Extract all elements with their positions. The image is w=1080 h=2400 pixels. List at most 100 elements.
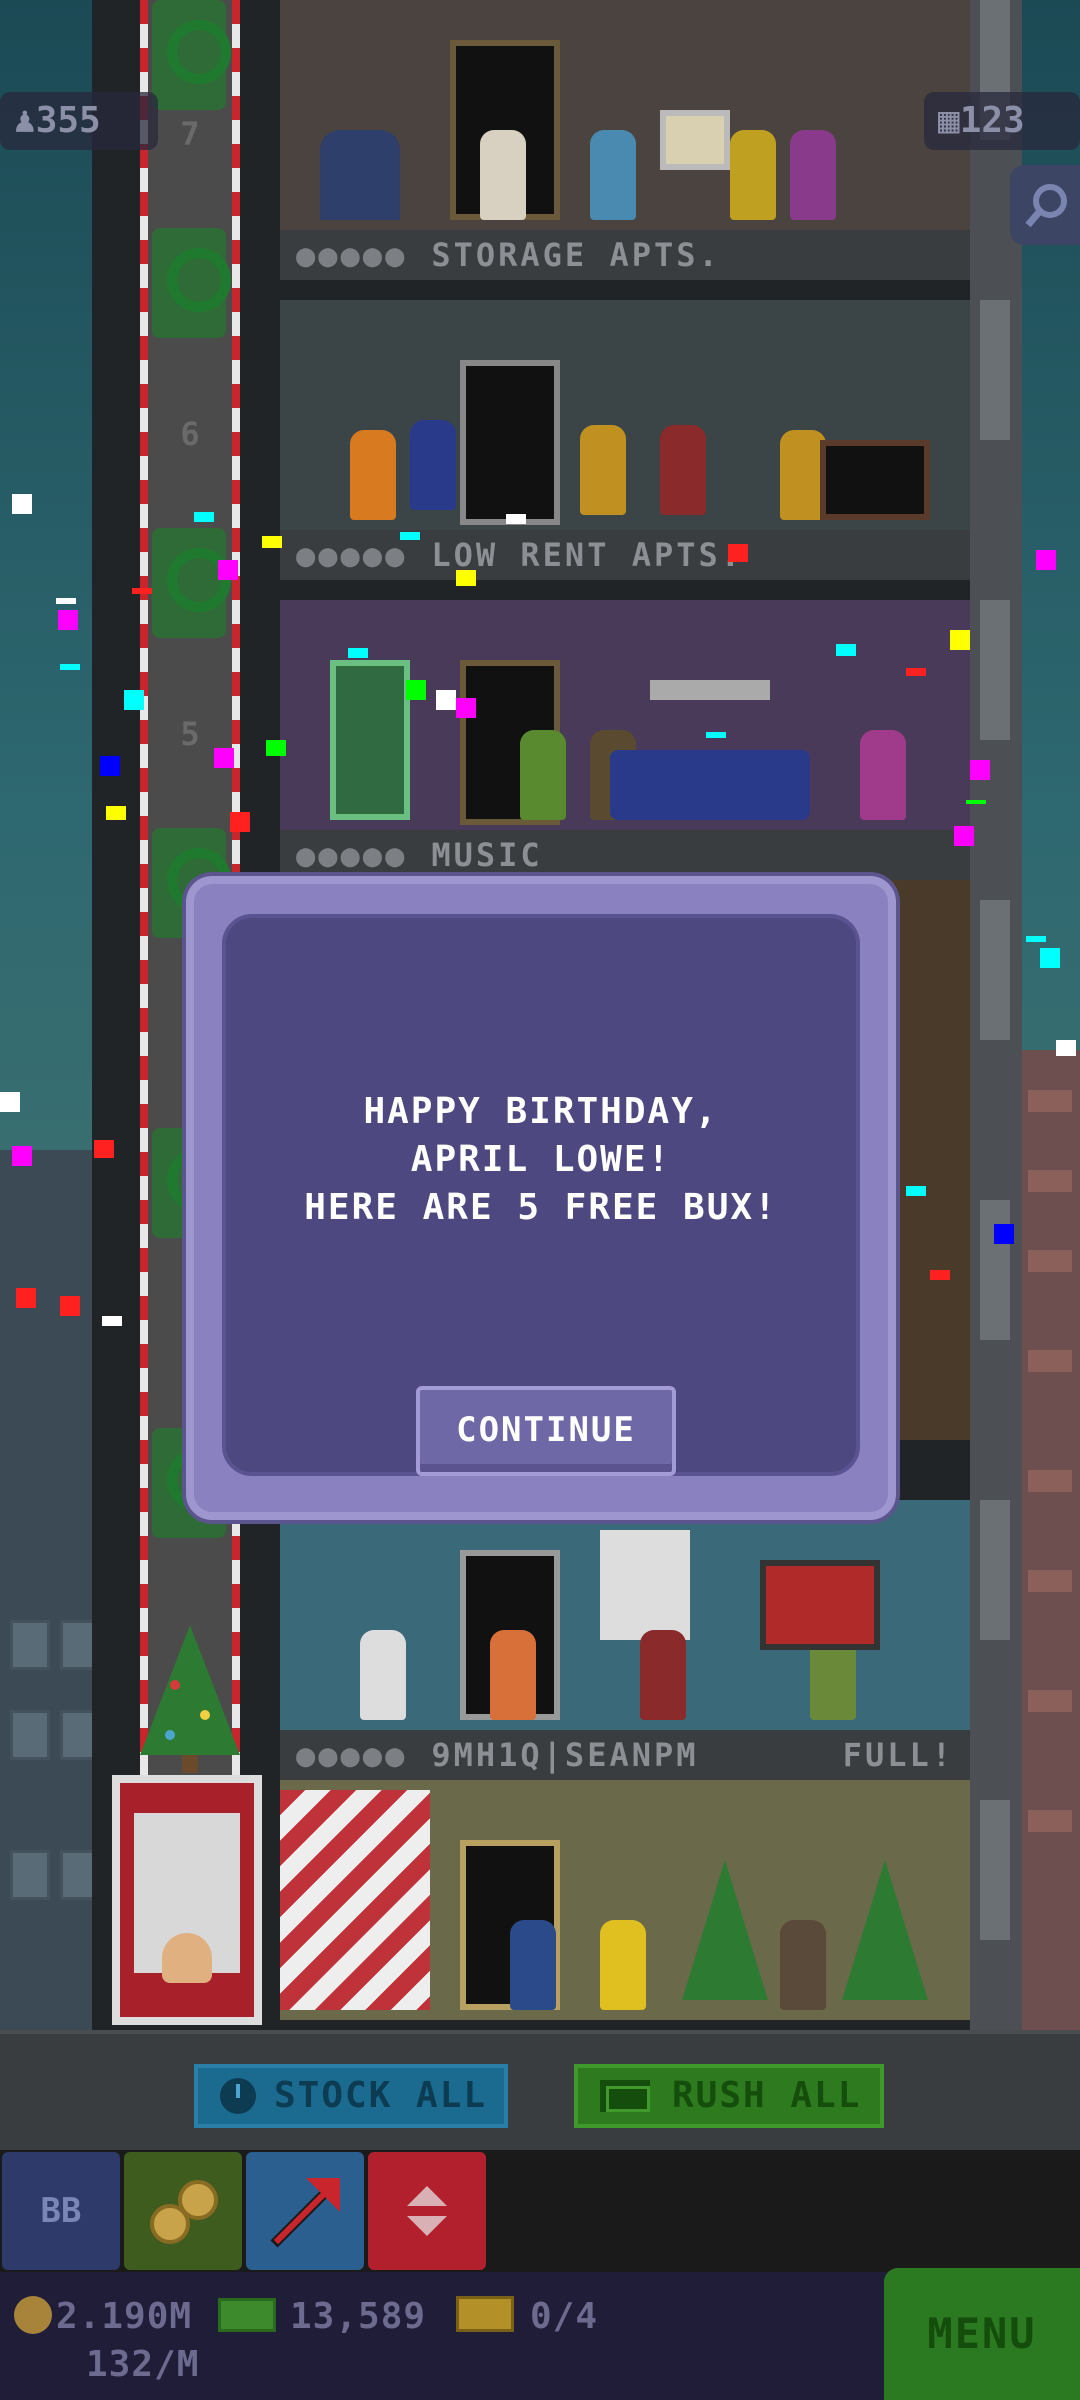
confetti-piece xyxy=(456,698,476,718)
clock-icon xyxy=(220,2078,256,2114)
confetti-piece xyxy=(132,588,152,594)
shaft-stripe-left xyxy=(140,0,148,1780)
floor-name: LOW RENT APTS. xyxy=(431,536,744,574)
confetti-piece xyxy=(1056,1040,1076,1056)
floor-label: ●●●●● 9MH1Q|SEANPM FULL! xyxy=(280,1730,970,1780)
floors-value: 123 xyxy=(959,100,1025,141)
dialog-body: HAPPY BIRTHDAY, APRIL LOWE! HERE ARE 5 F… xyxy=(222,914,860,1476)
confetti-piece xyxy=(400,532,420,540)
confetti-piece xyxy=(906,668,926,676)
confetti-piece xyxy=(60,664,80,670)
bux-icon xyxy=(600,2080,650,2112)
confetti-piece xyxy=(836,644,856,656)
rush-all-label: RUSH ALL xyxy=(672,2075,862,2116)
floor-label: ●●●●● LOW RENT APTS. xyxy=(280,530,970,580)
confetti-piece xyxy=(106,806,126,820)
population-counter: ♟355 xyxy=(0,92,158,150)
confetti-piece xyxy=(266,740,286,756)
message-line: APRIL LOWE! xyxy=(410,1139,672,1180)
floor-lobby[interactable] xyxy=(280,1780,970,2020)
coins-value: 2.190M xyxy=(56,2296,193,2337)
bux-value: 13,589 xyxy=(290,2296,427,2337)
confetti-piece xyxy=(966,800,986,804)
confetti-piece xyxy=(954,826,974,846)
christmas-tree-icon xyxy=(140,1625,240,1773)
elevator-up-icon xyxy=(407,2186,447,2206)
confetti-piece xyxy=(0,1092,20,1112)
confetti-piece xyxy=(230,812,250,832)
coin-icon xyxy=(14,2296,52,2334)
floor-name: MUSIC xyxy=(431,836,543,874)
confetti-piece xyxy=(970,760,990,780)
floors-counter: ▦123 xyxy=(924,92,1080,150)
floor-label: ●●●●● MUSIC xyxy=(280,830,970,880)
confetti-piece xyxy=(994,1224,1014,1244)
confetti-piece xyxy=(218,560,238,580)
search-icon xyxy=(1025,184,1067,228)
floor-low-rent-apts[interactable] xyxy=(280,300,970,530)
tab-elevator[interactable] xyxy=(368,2152,486,2270)
confetti-piece xyxy=(728,544,748,562)
confetti-piece xyxy=(1036,550,1056,570)
population-value: 355 xyxy=(35,100,101,141)
confetti-piece xyxy=(102,1316,122,1326)
occupancy-dots-icon: ●●●●● xyxy=(296,236,408,274)
wreath-icon xyxy=(152,228,231,338)
search-button[interactable] xyxy=(1010,165,1080,245)
background-building-right xyxy=(1020,1050,1080,2030)
floor-label: ●●●●● STORAGE APTS. xyxy=(280,230,970,280)
confetti-piece xyxy=(906,1186,926,1196)
occupancy-dots-icon: ●●●●● xyxy=(296,536,408,574)
lobby-elevator[interactable] xyxy=(112,1775,262,2025)
message-line: HERE ARE 5 FREE BUX! xyxy=(304,1187,778,1228)
tab-coins[interactable] xyxy=(124,2152,242,2270)
stock-all-button[interactable]: STOCK ALL xyxy=(194,2064,508,2128)
wreath-icon xyxy=(152,0,231,110)
rush-all-button[interactable]: RUSH ALL xyxy=(574,2064,884,2128)
floor-electronics[interactable] xyxy=(280,1500,970,1730)
shaft-floor-number: 6 xyxy=(180,415,200,453)
menu-button[interactable]: MENU xyxy=(884,2268,1080,2400)
confetti-piece xyxy=(950,630,970,650)
coin-rate-value: 132/M xyxy=(86,2344,200,2385)
confetti-piece xyxy=(406,680,426,700)
tab-build[interactable] xyxy=(246,2152,364,2270)
continue-button[interactable]: CONTINUE xyxy=(416,1386,676,1476)
tab-bar: BB xyxy=(0,2150,1080,2272)
coin-icon xyxy=(178,2180,218,2220)
person-icon: ♟ xyxy=(14,100,36,141)
tab-bitbook[interactable]: BB xyxy=(2,2152,120,2270)
bux-icon xyxy=(218,2298,276,2332)
floor-full-badge: FULL! xyxy=(842,1736,954,1774)
arrow-up-right-icon xyxy=(270,2178,340,2248)
floor-name: 9MH1Q|SEANPM xyxy=(431,1736,699,1774)
confetti-piece xyxy=(348,648,368,658)
confetti-piece xyxy=(506,514,526,524)
floor-name: STORAGE APTS. xyxy=(431,236,721,274)
confetti-piece xyxy=(60,1296,80,1316)
confetti-piece xyxy=(16,1288,36,1308)
confetti-piece xyxy=(436,690,456,710)
confetti-piece xyxy=(930,1270,950,1280)
confetti-piece xyxy=(124,690,144,710)
ticket-icon xyxy=(456,2296,514,2332)
confetti-piece xyxy=(194,512,214,522)
confetti-piece xyxy=(456,570,476,586)
confetti-piece xyxy=(1040,948,1060,968)
elevator-passenger xyxy=(162,1933,212,1983)
building-icon: ▦ xyxy=(938,100,960,141)
dialog-message: HAPPY BIRTHDAY, APRIL LOWE! HERE ARE 5 F… xyxy=(226,1088,856,1232)
confetti-piece xyxy=(12,494,32,514)
birthday-dialog: HAPPY BIRTHDAY, APRIL LOWE! HERE ARE 5 F… xyxy=(186,876,896,1520)
confetti-piece xyxy=(100,756,120,776)
confetti-piece xyxy=(58,610,78,630)
action-bar: STOCK ALL RUSH ALL xyxy=(0,2030,1080,2150)
tickets-value: 0/4 xyxy=(530,2296,599,2337)
stock-all-label: STOCK ALL xyxy=(274,2075,488,2116)
tower-right-pillar xyxy=(970,0,1022,2030)
floor-storage-apts[interactable] xyxy=(280,0,970,230)
confetti-piece xyxy=(94,1140,114,1158)
confetti-piece xyxy=(12,1146,32,1166)
elevator-down-icon xyxy=(407,2216,447,2236)
floor-music[interactable] xyxy=(280,600,970,830)
